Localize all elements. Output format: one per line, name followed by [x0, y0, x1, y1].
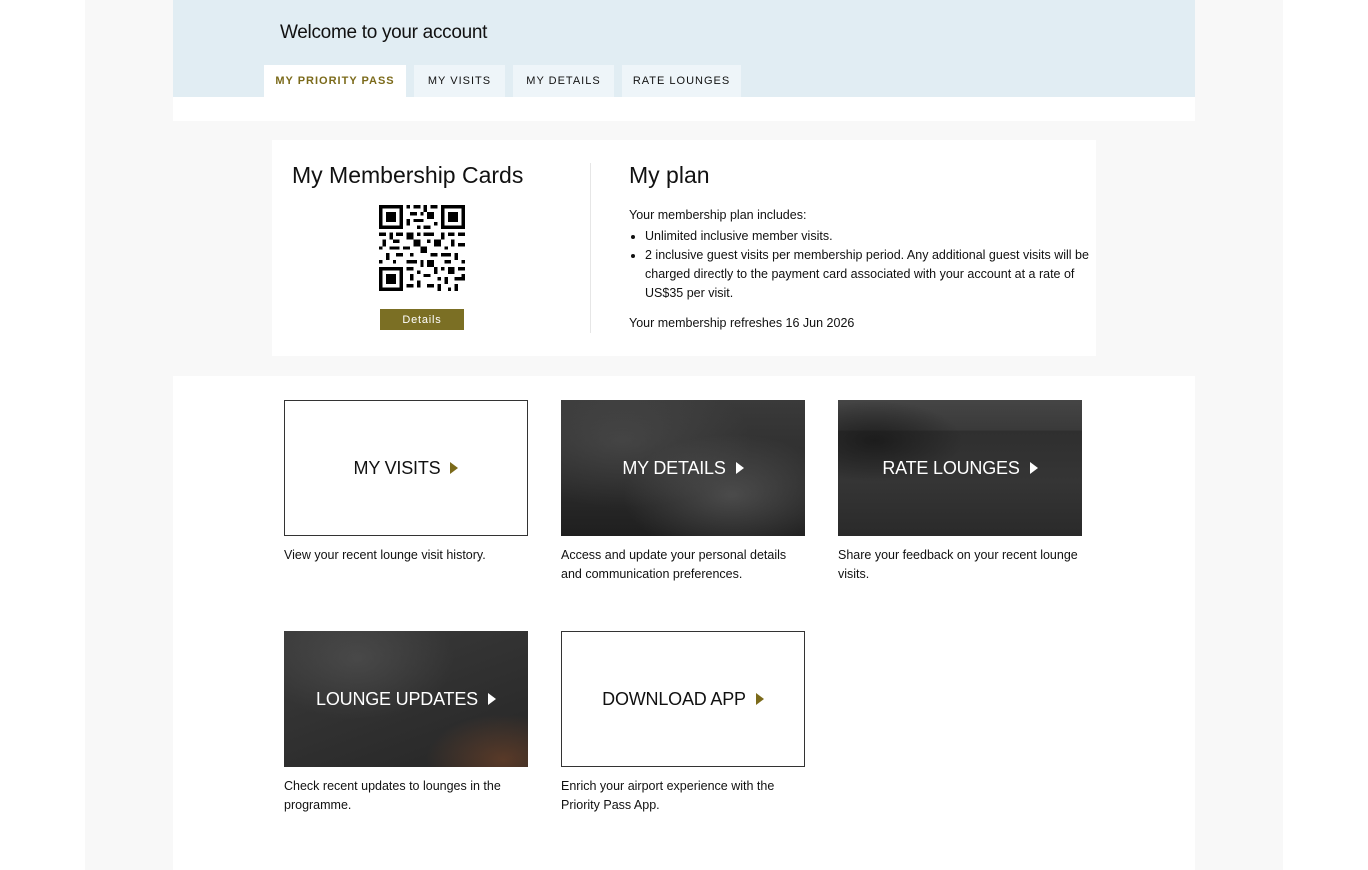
membership-details-button[interactable]: Details — [380, 309, 464, 330]
tile-label: MY VISITS — [353, 457, 441, 478]
tile-label: RATE LOUNGES — [882, 457, 1020, 478]
tile-description: Access and update your personal details … — [561, 548, 787, 581]
tile-label: MY DETAILS — [622, 457, 726, 478]
tile-description: Share your feedback on your recent loung… — [838, 548, 1078, 581]
tile-description: Check recent updates to lounges in the p… — [284, 779, 501, 812]
tile-lounge-updates[interactable]: LOUNGE UPDATES — [284, 631, 528, 767]
header-spacer — [173, 97, 1195, 121]
tile-label: LOUNGE UPDATES — [316, 688, 478, 709]
membership-refresh-date: Your membership refreshes 16 Jun 2026 — [629, 316, 855, 330]
plan-benefits-list: Unlimited inclusive member visits. 2 inc… — [629, 227, 1095, 303]
panel-divider — [590, 163, 591, 333]
tab-my-priority-pass[interactable]: MY PRIORITY PASS — [264, 65, 406, 97]
tile-label: DOWNLOAD APP — [602, 688, 746, 709]
page-title: Welcome to your account — [280, 22, 488, 43]
tile-my-details[interactable]: MY DETAILS — [561, 400, 805, 536]
tab-my-visits[interactable]: MY VISITS — [414, 65, 505, 97]
tab-rate-lounges[interactable]: RATE LOUNGES — [622, 65, 741, 97]
plan-benefit-item: 2 inclusive guest visits per membership … — [645, 246, 1095, 303]
play-arrow-icon — [735, 462, 744, 474]
tile-rate-lounges[interactable]: RATE LOUNGES — [838, 400, 1082, 536]
tile-download-app[interactable]: DOWNLOAD APP — [561, 631, 805, 767]
tile-description: View your recent lounge visit history. — [284, 548, 486, 562]
play-arrow-icon — [487, 693, 496, 705]
qr-code-icon — [379, 205, 465, 291]
membership-cards-title: My Membership Cards — [292, 162, 524, 188]
plan-intro: Your membership plan includes: — [629, 208, 807, 222]
plan-title: My plan — [629, 162, 710, 188]
plan-benefit-item: Unlimited inclusive member visits. — [645, 227, 1095, 246]
tile-my-visits[interactable]: MY VISITS — [284, 400, 528, 536]
play-arrow-icon — [1029, 462, 1038, 474]
tab-my-details[interactable]: MY DETAILS — [513, 65, 614, 97]
tile-description: Enrich your airport experience with the … — [561, 779, 775, 812]
play-arrow-icon — [755, 693, 764, 705]
play-arrow-icon — [450, 462, 459, 474]
